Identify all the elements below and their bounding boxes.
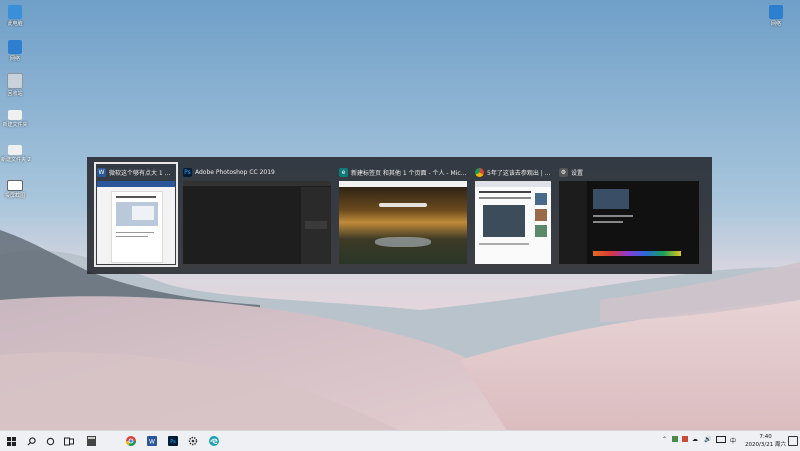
taskbar-app-calculator[interactable]	[84, 434, 98, 448]
window-thumbnail	[339, 181, 467, 264]
chrome-icon	[126, 436, 136, 446]
window-header: W 微软这个够有点大 1 ...	[97, 167, 171, 177]
calculator-icon	[86, 436, 96, 446]
desktop-icon-network[interactable]: 网络	[1, 40, 29, 62]
switcher-window-chrome[interactable]: 5年了这该去参观出 | ...	[475, 165, 551, 264]
folder-icon	[8, 110, 22, 120]
network-icon[interactable]: ☁	[692, 436, 698, 443]
task-view-icon	[64, 437, 74, 445]
gear-icon	[188, 436, 198, 446]
battery-icon[interactable]	[716, 436, 726, 443]
taskbar-app-word[interactable]: W	[145, 434, 159, 448]
edge-icon: e	[339, 167, 348, 177]
window-thumbnail	[97, 181, 175, 264]
window-header: ⚙ 设置	[559, 167, 584, 177]
switcher-window-word[interactable]: W 微软这个够有点大 1 ...	[94, 162, 178, 267]
word-icon: W	[97, 167, 106, 177]
word-icon: W	[147, 436, 157, 446]
clock-date: 2020/3/21 周六	[745, 442, 786, 448]
clock-time: 7:40	[759, 434, 772, 440]
computer-icon	[8, 5, 22, 19]
desktop-icon-folder-1[interactable]: 新建文件夹	[1, 110, 29, 128]
window-thumbnail	[475, 181, 551, 264]
taskbar-app-photoshop[interactable]: Ps	[166, 434, 180, 448]
window-header: e 新建标签页 和其他 1 个页面 - 个人 - Microsof...	[339, 165, 467, 179]
search-icon	[27, 436, 36, 445]
search-button[interactable]	[24, 434, 38, 448]
folder-icon	[8, 145, 22, 155]
svg-text:Ps: Ps	[170, 439, 176, 445]
cortana-button[interactable]	[43, 434, 57, 448]
notification-center-button[interactable]	[788, 436, 798, 446]
desktop-icon-screenshot[interactable]: 投屏截图	[1, 180, 29, 199]
switcher-window-edge[interactable]: e 新建标签页 和其他 1 个页面 - 个人 - Microsof...	[339, 165, 467, 264]
desktop-icon-network-right[interactable]: 网络	[762, 5, 790, 27]
recycle-bin-icon	[7, 73, 23, 89]
chrome-icon	[475, 167, 484, 177]
taskbar-clock[interactable]: 7:40 2020/3/21 周六	[745, 433, 786, 449]
network-icon	[8, 40, 22, 54]
window-thumbnail	[559, 181, 699, 264]
volume-icon[interactable]: 🔊	[704, 436, 711, 443]
settings-gear-icon: ⚙	[559, 167, 568, 177]
photoshop-icon: Ps	[183, 167, 192, 177]
svg-text:W: W	[149, 439, 155, 446]
windows-start-icon	[6, 436, 16, 446]
tray-app-icon[interactable]	[672, 436, 678, 442]
switcher-window-photoshop[interactable]: Ps Adobe Photoshop CC 2019	[183, 165, 331, 264]
task-view-button[interactable]	[62, 434, 76, 448]
taskbar: W Ps ⌃ ☁ 🔊 中 7:40 2020/3/21 周六	[0, 430, 800, 451]
switcher-window-settings[interactable]: ⚙ 设置	[559, 165, 699, 264]
desktop-icon-recycle-bin[interactable]: 回收站	[1, 73, 29, 97]
window-header: Ps Adobe Photoshop CC 2019	[183, 167, 275, 177]
photoshop-icon: Ps	[168, 436, 178, 446]
cortana-icon	[46, 437, 54, 445]
tray-app-icon[interactable]	[682, 436, 688, 442]
window-thumbnail	[183, 181, 331, 264]
task-switcher: W 微软这个够有点大 1 ... Ps Adobe Photoshop CC 2…	[87, 157, 712, 274]
taskbar-app-settings[interactable]	[186, 434, 200, 448]
window-header: 5年了这该去参观出 | ...	[475, 165, 551, 179]
network-icon	[769, 5, 783, 19]
edge-icon	[209, 436, 219, 446]
screenshot-icon	[7, 180, 23, 191]
taskbar-app-chrome[interactable]	[124, 434, 138, 448]
desktop-icon-folder-2[interactable]: 新建文件夹 2	[1, 145, 31, 163]
desktop-icon-computer[interactable]: 此电脑	[1, 5, 29, 27]
input-method-indicator[interactable]: 中	[730, 436, 736, 445]
show-hidden-icons-icon[interactable]: ⌃	[662, 436, 667, 443]
taskbar-app-edge[interactable]	[207, 434, 221, 448]
start-button[interactable]	[4, 434, 18, 448]
